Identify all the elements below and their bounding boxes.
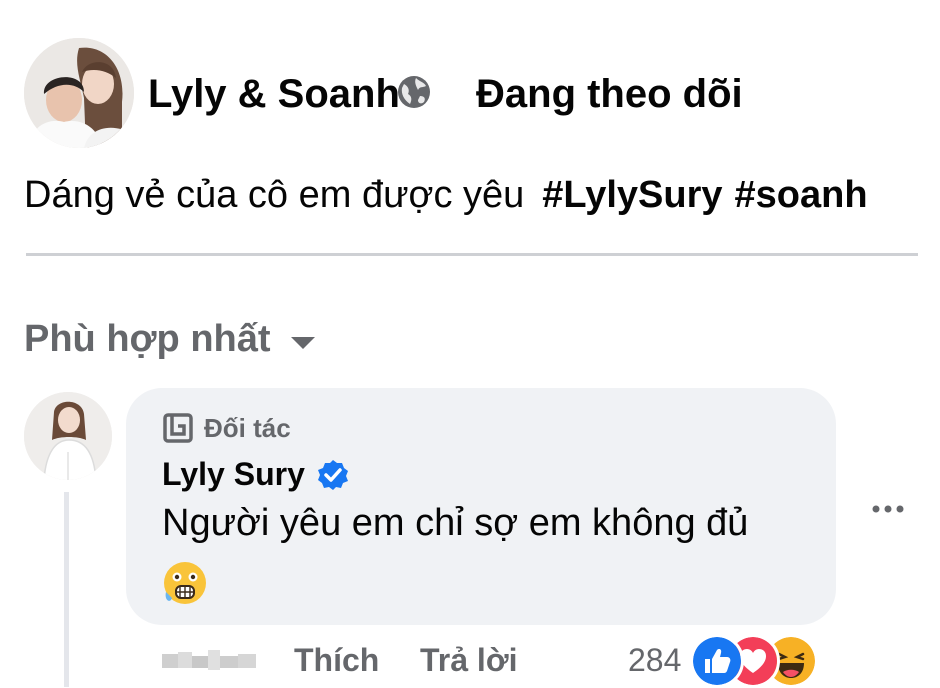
commenter-avatar-image [24,392,112,480]
hashtag-link[interactable]: #soanh [735,174,868,216]
globe-icon [396,74,432,110]
post-caption: Dáng vẻ của cô em được yêu #LylySury #soan… [24,174,868,217]
divider [26,253,918,256]
commenter-avatar[interactable] [24,392,112,480]
like-button[interactable]: Thích [294,642,379,679]
verified-badge-icon [317,459,348,490]
caption-text: Dáng vẻ của cô em được yêu [24,174,525,216]
follow-status-button[interactable]: Đang theo dõi [476,72,743,117]
partner-badge: Đối tác [162,412,291,444]
comment-text: Người yêu em chỉ sợ em không đủ [162,502,749,544]
reaction-count[interactable]: 284 [628,642,681,679]
like-reaction-icon [690,634,744,688]
hashtag-link[interactable]: #LylySury [542,174,722,216]
comment-author-name[interactable]: Lyly Sury [162,456,305,493]
comment-author-row: Lyly Sury [162,456,349,493]
sort-label: Phù hợp nhất [24,318,271,360]
page-avatar-image [24,38,134,148]
caret-down-icon [290,336,315,349]
partner-label: Đối tác [204,412,291,443]
reply-thread-line [64,492,69,687]
reply-button[interactable]: Trả lời [420,642,517,679]
comment-sort-dropdown[interactable]: Phù hợp nhất [24,318,315,361]
page-name[interactable]: Lyly & Soanh [148,72,400,117]
reaction-summary[interactable] [690,632,830,688]
partner-icon [163,413,193,443]
more-options-icon[interactable] [868,494,908,524]
page-avatar[interactable] [24,38,134,148]
shocked-face-emoji-icon [162,560,208,606]
blurred-timestamp [162,648,256,674]
